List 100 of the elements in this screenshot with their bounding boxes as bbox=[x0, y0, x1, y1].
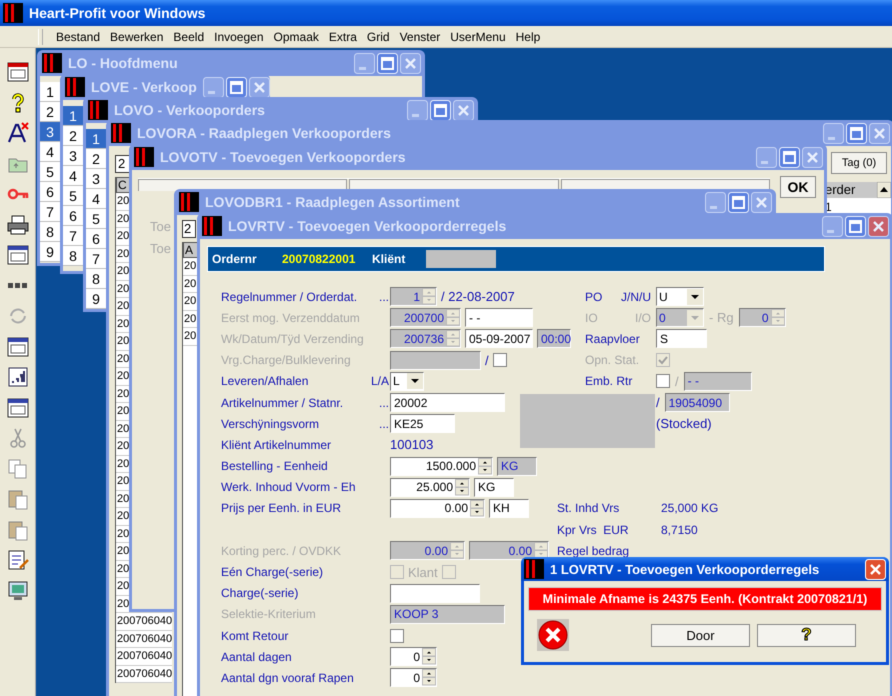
menu-item[interactable]: Bestand bbox=[51, 30, 106, 44]
field-prefix: ... bbox=[378, 396, 390, 410]
field-label: Emb. Rtr bbox=[585, 374, 632, 388]
close-button[interactable] bbox=[400, 52, 421, 74]
spin-field[interactable]: 0.00 bbox=[390, 498, 485, 518]
error-message: Minimale Afname is 24375 Eenh. (Kontrakt 20070821/1) bbox=[528, 587, 882, 611]
edit-icon[interactable] bbox=[6, 548, 30, 572]
text-field[interactable]: KH bbox=[489, 498, 529, 518]
menu-item[interactable]: Help bbox=[510, 30, 546, 44]
minimize-button[interactable] bbox=[822, 216, 843, 236]
menu-item[interactable]: Extra bbox=[324, 30, 362, 44]
spin-field[interactable]: 0 bbox=[390, 647, 437, 666]
field-label: Kpr Vrs EUR bbox=[557, 522, 630, 537]
minimize-button[interactable] bbox=[202, 76, 224, 98]
field-label: Eén Charge(-serie) bbox=[221, 565, 324, 580]
menu-list-item[interactable]: 1 bbox=[86, 129, 106, 149]
minimize-button[interactable] bbox=[823, 122, 844, 144]
logo-icon bbox=[202, 216, 222, 236]
maximize-button[interactable] bbox=[377, 52, 398, 74]
field-label: Korting perc. / OVDKK bbox=[221, 544, 342, 558]
grid-icon[interactable] bbox=[6, 365, 30, 389]
menu-item[interactable]: Beeld bbox=[168, 30, 210, 44]
spin-field[interactable]: 25.000 bbox=[390, 478, 470, 497]
menu-item[interactable]: Invoegen bbox=[209, 30, 269, 44]
menu-item[interactable]: Bewerken bbox=[105, 30, 168, 44]
window-icon[interactable] bbox=[6, 396, 30, 420]
tag-button[interactable]: Tag (0) bbox=[831, 152, 887, 174]
font-icon[interactable] bbox=[6, 121, 30, 145]
dropdown[interactable]: L bbox=[390, 372, 424, 391]
close-button[interactable] bbox=[453, 100, 474, 120]
close-button[interactable] bbox=[802, 146, 823, 168]
dialog-button[interactable]: Door bbox=[651, 624, 750, 646]
menu-item[interactable]: Venster bbox=[394, 30, 446, 44]
spin-field[interactable]: 1500.000 bbox=[390, 456, 493, 476]
field-label: Prijs per Eenh. in EUR bbox=[221, 501, 342, 516]
spin-arrows-icon[interactable] bbox=[455, 478, 469, 496]
field-label: I/O bbox=[634, 310, 651, 325]
field-text: / bbox=[656, 395, 660, 410]
menu-item[interactable]: UserMenu bbox=[445, 30, 511, 44]
menu-list-item[interactable]: 3 bbox=[40, 122, 60, 142]
close-button[interactable] bbox=[869, 122, 890, 144]
spin-arrows-icon[interactable] bbox=[422, 648, 436, 666]
checkbox[interactable] bbox=[390, 628, 404, 643]
field-value: 8,7150 bbox=[661, 522, 698, 537]
field-text: (Stocked) bbox=[656, 416, 712, 432]
readonly-field: 19054090 bbox=[664, 393, 730, 412]
text-field[interactable]: KE25 bbox=[390, 414, 455, 434]
field-label: IO bbox=[585, 310, 598, 325]
logo-icon bbox=[65, 77, 85, 97]
menu-item[interactable]: Grid bbox=[362, 30, 395, 44]
search-field[interactable]: 2 bbox=[182, 220, 196, 238]
order-number: 20070822001 bbox=[282, 252, 356, 266]
window-icon[interactable] bbox=[6, 334, 30, 358]
spin-arrows-icon[interactable] bbox=[478, 458, 492, 475]
client-label: Kliënt bbox=[372, 252, 406, 266]
field-label: Opn. Stat. bbox=[585, 353, 640, 368]
field-prefix: ... bbox=[378, 416, 390, 431]
field-text: / 22-08-2007 bbox=[441, 289, 515, 304]
menu-item[interactable]: Opmaak bbox=[268, 30, 324, 44]
text-field[interactable]: KG bbox=[474, 478, 514, 497]
minimize-button[interactable] bbox=[354, 52, 375, 74]
maximize-button[interactable] bbox=[430, 100, 451, 120]
window-icon[interactable] bbox=[6, 60, 30, 84]
readonly-field: KG bbox=[497, 456, 537, 476]
spin-arrows-icon[interactable] bbox=[422, 669, 436, 686]
window-title: LOVRTV - Toevoegen Verkooporderregels bbox=[228, 218, 508, 234]
maximize-button[interactable] bbox=[846, 122, 867, 144]
scroll-up-button[interactable] bbox=[877, 182, 891, 198]
text-field[interactable]: 20002 bbox=[390, 393, 505, 412]
dropdown[interactable]: U bbox=[656, 287, 704, 306]
readonly-field: 00:00 bbox=[537, 329, 571, 348]
window-icon[interactable] bbox=[6, 243, 30, 267]
logo-icon bbox=[3, 3, 23, 23]
monitor-icon[interactable] bbox=[6, 578, 30, 602]
close-button[interactable] bbox=[868, 216, 889, 236]
copy-icon[interactable] bbox=[6, 456, 30, 480]
maximize-button[interactable] bbox=[845, 216, 866, 236]
minimize-button[interactable] bbox=[756, 146, 777, 168]
spin-arrows-icon[interactable] bbox=[470, 500, 484, 517]
checkbox[interactable] bbox=[656, 374, 670, 388]
minimize-button[interactable] bbox=[705, 192, 726, 212]
maximize-button[interactable] bbox=[226, 76, 247, 98]
app-title: Heart-Profit voor Windows bbox=[29, 5, 206, 21]
menu-list-item[interactable]: 1 bbox=[63, 106, 83, 126]
field-label: Komt Retour bbox=[221, 628, 290, 643]
table-cell: 200706040 bbox=[116, 613, 172, 630]
window-title: LOVOTV - Toevoegen Verkooporders bbox=[160, 149, 407, 165]
logo-icon bbox=[134, 147, 154, 167]
close-button[interactable] bbox=[751, 192, 772, 212]
minimize-button[interactable] bbox=[407, 100, 428, 120]
field-label: Eerst mog. Verzenddatum bbox=[221, 310, 361, 325]
maximize-button[interactable] bbox=[728, 192, 749, 212]
field-label: PO bbox=[585, 290, 602, 304]
maximize-button[interactable] bbox=[779, 146, 800, 168]
printer-icon[interactable] bbox=[6, 212, 30, 236]
ok-button[interactable]: OK bbox=[780, 176, 816, 198]
spin-field[interactable]: 0 bbox=[390, 668, 437, 688]
text-field[interactable] bbox=[390, 584, 480, 603]
field-text: - Rg bbox=[709, 310, 734, 326]
close-button[interactable] bbox=[248, 76, 270, 98]
